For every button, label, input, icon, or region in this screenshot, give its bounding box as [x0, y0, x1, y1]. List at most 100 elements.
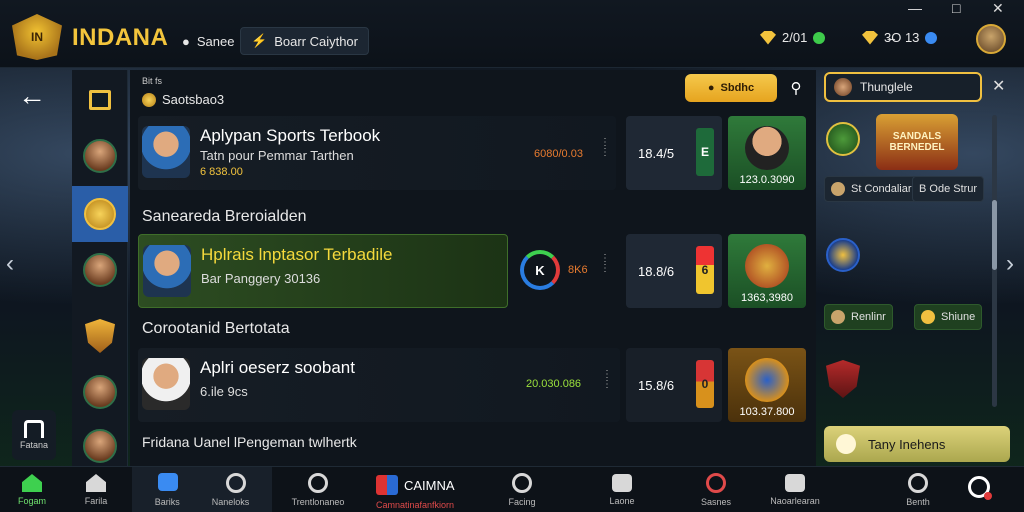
right-header-label: Thunglele: [860, 80, 913, 94]
top-bar: IN INDANA ● Sanee ⚡ Boarr Caiythor — □ ✕…: [0, 0, 1024, 68]
odds-button[interactable]: 15.8/6 0: [626, 348, 722, 422]
prize-box[interactable]: 1363,3980: [728, 234, 806, 308]
odds-value: 18.4/5: [638, 145, 675, 161]
match-title: Aplri oeserz soobant: [200, 358, 355, 377]
team-pill-2[interactable]: B Ode Strur: [912, 176, 985, 202]
nav-label: Fogam: [17, 496, 46, 506]
left-rail: [72, 70, 128, 466]
medal-icon: [745, 244, 789, 288]
search-pill-label: Sbdhc: [720, 82, 755, 94]
minimize-button[interactable]: —: [908, 0, 922, 16]
nav-item-8[interactable]: Sasnes: [690, 467, 742, 512]
nav-label: Farila: [84, 496, 108, 506]
crown-icon: [760, 30, 776, 45]
right-header[interactable]: Thunglele: [824, 72, 982, 102]
crown-icon: [862, 30, 878, 45]
nav-label: Trentlonaneo: [291, 497, 345, 507]
more-options-icon[interactable]: ⋮ ⋮: [600, 138, 610, 158]
nav-item-9[interactable]: Naoarlearan: [760, 467, 830, 512]
shield-icon[interactable]: [826, 360, 860, 398]
nav-item-7[interactable]: Laone: [596, 467, 648, 512]
match-row[interactable]: Aplypan Sports Terbook Tatn pour Pemmar …: [138, 116, 616, 190]
close-icon[interactable]: ✕: [992, 76, 1005, 96]
nav-label: Sasnes: [700, 497, 732, 507]
search-icon[interactable]: ⚲: [782, 74, 810, 102]
nav-item-2[interactable]: Farila: [70, 467, 122, 512]
globe-icon: ●: [707, 82, 715, 94]
nav-item-home[interactable]: Fogam: [6, 467, 58, 512]
player-portrait: [745, 126, 789, 170]
whistle-icon: [706, 473, 726, 493]
match-row[interactable]: Aplri oeserz soobant 6.ile 9cs 20.030.08…: [138, 348, 620, 422]
section-title: Corootanid Bertotata: [142, 320, 290, 337]
prize-box[interactable]: 123.0.3090: [728, 116, 806, 190]
rail-item-player-2[interactable]: [72, 242, 128, 298]
phone-icon: [612, 474, 632, 492]
nav-item-6[interactable]: Facing: [496, 467, 548, 512]
player-icon: [834, 78, 852, 96]
bottom-nav: Fogam Farila Bariks Naneloks Trentlonane…: [0, 466, 1024, 512]
nav-item-cinema[interactable]: CAIMNA: [376, 475, 455, 495]
coin-balance-1[interactable]: 2/01: [760, 30, 826, 45]
nav-label: Facing: [508, 497, 536, 507]
odds-tag: 0: [696, 360, 714, 408]
bolt-icon: ⚡: [251, 33, 268, 48]
chevron-right-icon[interactable]: ›: [1006, 250, 1014, 278]
shield-icon: [85, 319, 115, 353]
brand-name[interactable]: INDANA: [72, 24, 168, 52]
coin-balance-2[interactable]: 3̶O 13: [862, 30, 938, 45]
rail-item-shield[interactable]: [72, 308, 128, 364]
house-icon: [86, 474, 106, 492]
prize-box[interactable]: 103.37.800: [728, 348, 806, 422]
brand-logo[interactable]: IN: [12, 14, 62, 60]
rail-item-player[interactable]: [72, 128, 128, 184]
prize-value: 123.0.3090: [739, 174, 795, 186]
maximize-button[interactable]: □: [952, 0, 960, 16]
nav-item-10[interactable]: Benth: [892, 467, 944, 512]
team-pill-1[interactable]: St Condaliar: [824, 176, 919, 202]
nav-label: Benth: [906, 497, 930, 507]
home-icon: [22, 474, 42, 492]
diamond-icon: [925, 31, 938, 44]
rail-item-coins[interactable]: [72, 186, 128, 242]
close-window-button[interactable]: ✕: [992, 0, 1004, 17]
user-avatar[interactable]: [976, 24, 1006, 54]
tournament-banner[interactable]: SANDALS BERNEDEL: [876, 114, 958, 170]
target-icon: [308, 473, 328, 493]
chevron-left-icon[interactable]: ‹: [6, 250, 14, 278]
search-pill[interactable]: ● Sbdhc: [685, 74, 777, 102]
player-icon: [831, 182, 845, 196]
store-icon: [24, 420, 44, 438]
coin-icon: [921, 310, 935, 324]
games-link[interactable]: ● Sanee: [172, 27, 244, 55]
nav-item-5[interactable]: Trentlonaneo: [282, 467, 354, 512]
player-icon: [831, 310, 845, 324]
main-panel: Bit fs Saotsbao3 ● Sbdhc ⚲ Aplypan Sport…: [130, 70, 816, 466]
match-row[interactable]: Hplrais lnptasor Terbadile Bar Panggery …: [138, 234, 508, 308]
team-pill-3[interactable]: Renlinr: [824, 304, 893, 330]
more-options-icon[interactable]: ⋮ ⋮: [600, 254, 610, 274]
cta-button[interactable]: Tany Inehens: [824, 426, 1010, 462]
odds-button[interactable]: 18.4/5 E: [626, 116, 722, 190]
live-ring-icon[interactable]: K: [520, 250, 560, 290]
odds-button[interactable]: 18.8/6 6: [626, 234, 722, 308]
more-options-icon[interactable]: ⋮ ⋮: [602, 370, 612, 390]
rail-item-grid[interactable]: [72, 72, 128, 128]
small-label: Bit fs: [142, 76, 163, 86]
nav-label: Naneloks: [211, 497, 250, 507]
prize-value: 103.37.800: [739, 406, 795, 418]
sportsbook-label[interactable]: Saotsbao3: [142, 92, 224, 107]
player-avatar: [83, 253, 117, 287]
side-badge[interactable]: Fatana: [12, 410, 56, 460]
back-arrow-icon[interactable]: ←: [18, 80, 46, 112]
section-title: Fridana Uanel lPengeman twlhertk: [142, 434, 357, 450]
nav-item-3[interactable]: Bariks Naneloks: [132, 467, 272, 512]
search-tab[interactable]: ⚡ Boarr Caiythor: [240, 27, 369, 55]
team-badge-icon[interactable]: [826, 238, 860, 272]
coin-icon: [84, 198, 116, 230]
team-pill-4[interactable]: Shiune: [914, 304, 983, 330]
rail-item-player-3[interactable]: [72, 364, 128, 420]
scrollbar-thumb[interactable]: [992, 200, 997, 270]
team-badge-icon[interactable]: [826, 122, 860, 156]
games-label: Sanee: [196, 33, 235, 49]
